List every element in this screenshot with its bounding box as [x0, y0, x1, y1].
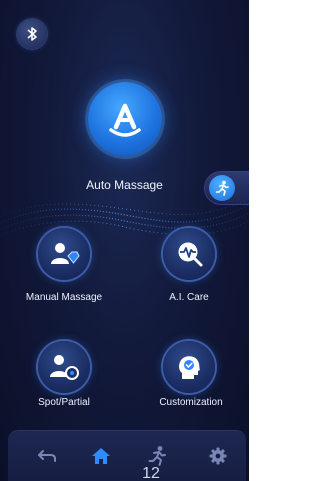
running-person-icon: [148, 446, 166, 466]
head-check-icon: [179, 356, 200, 379]
person-target-icon: [50, 355, 79, 380]
ai-care-label[interactable]: A.I. Care: [134, 292, 244, 303]
spot-partial-button[interactable]: [38, 341, 90, 393]
bluetooth-icon: [27, 27, 37, 41]
ai-care-button[interactable]: [163, 228, 215, 280]
customization-label[interactable]: Customization: [136, 397, 246, 408]
person-diamond-icon: [51, 243, 80, 264]
heartbeat-search-icon: [178, 242, 203, 267]
page-indicator: 12: [142, 465, 160, 481]
gear-icon: [209, 447, 227, 465]
manual-massage-label[interactable]: Manual Massage: [9, 292, 119, 303]
bottom-navigation: [8, 431, 246, 481]
home-icon: [92, 448, 110, 464]
home-screen: Auto Massage Manual Massage A.I. Care Sp…: [0, 0, 249, 481]
spot-partial-label[interactable]: Spot/Partial: [9, 397, 119, 408]
auto-massage-button[interactable]: [88, 82, 162, 156]
letter-a-icon: [109, 103, 141, 137]
manual-massage-button[interactable]: [38, 228, 90, 280]
bluetooth-button[interactable]: [17, 19, 47, 49]
customization-button[interactable]: [163, 341, 215, 393]
back-arrow-icon: [38, 450, 56, 462]
nav-back[interactable]: [32, 441, 62, 471]
nav-settings[interactable]: [203, 441, 233, 471]
nav-home[interactable]: [86, 441, 116, 471]
